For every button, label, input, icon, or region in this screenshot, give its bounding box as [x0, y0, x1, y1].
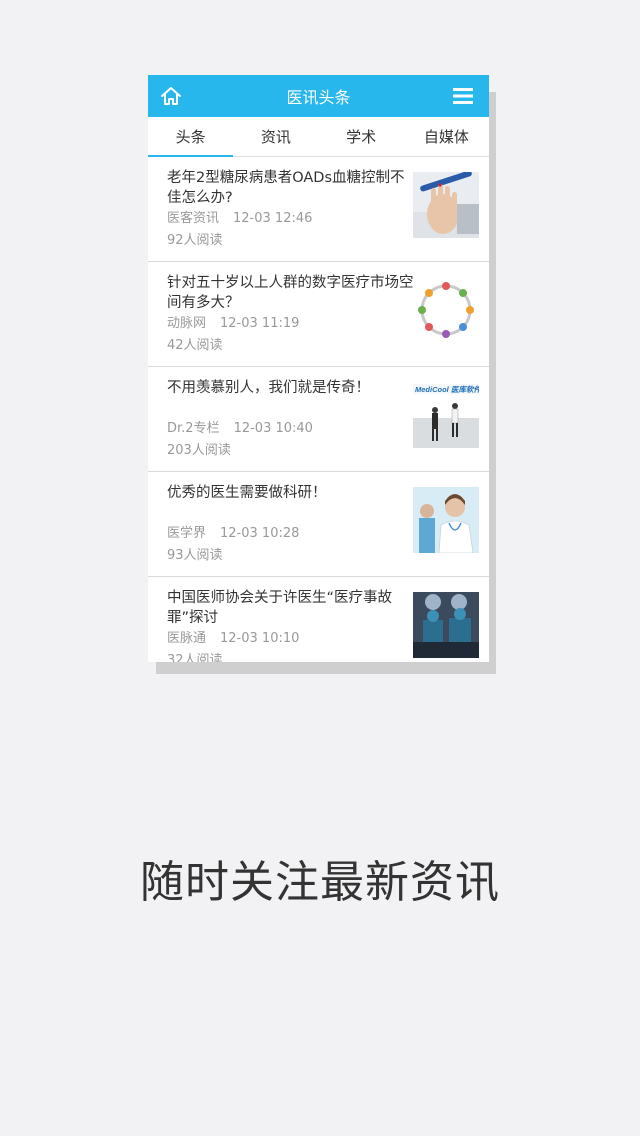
news-thumbnail-doctor: [413, 487, 479, 553]
news-time: 12-03 10:28: [220, 526, 300, 541]
news-meta: 医客资讯 12-03 12:46: [167, 207, 312, 226]
news-title: 优秀的医生需要做科研！: [167, 485, 327, 501]
news-source: Dr.2专栏: [167, 421, 220, 436]
phone-screen: 医讯头条 头条 资讯 学术 自媒体 老年2型糖尿病患者OADs血糖控制不佳怎么办…: [148, 75, 489, 662]
news-time: 12-03 11:19: [220, 316, 300, 331]
thumbnail-brand-text: MediCool 医库软件: [415, 385, 479, 394]
news-source: 医学界: [167, 526, 207, 541]
news-thumbnail-circle-diagram: [413, 277, 479, 343]
news-meta: 动脉网 12-03 11:19: [167, 312, 299, 331]
news-thumbnail-medicool: MediCool 医库软件: [413, 382, 479, 448]
promo-caption: 随时关注最新资讯: [140, 857, 500, 908]
tab-headlines[interactable]: 头条: [148, 117, 234, 157]
news-item-diabetes[interactable]: 老年2型糖尿病患者OADs血糖控制不佳怎么办? 医客资讯 12-03 12:46 …: [148, 157, 489, 262]
tab-academic[interactable]: 学术: [319, 117, 404, 156]
news-source: 动脉网: [167, 316, 207, 331]
news-read-count: 32人阅读: [167, 653, 223, 662]
news-meta: Dr.2专栏 12-03 10:40: [167, 417, 313, 436]
news-read-count: 92人阅读: [167, 233, 223, 248]
news-item-digital-health[interactable]: 针对五十岁以上人群的数字医疗市场空间有多大？ 动脉网 12-03 11:19 42…: [148, 262, 489, 367]
news-read-count: 93人阅读: [167, 548, 223, 563]
news-source: 医客资讯: [167, 211, 220, 226]
news-list: 老年2型糖尿病患者OADs血糖控制不佳怎么办? 医客资讯 12-03 12:46 …: [148, 157, 489, 662]
menu-icon[interactable]: [453, 87, 473, 105]
news-thumbnail-surgery: [413, 592, 479, 658]
news-item-legend[interactable]: 不用羡慕别人，我们就是传奇！ Dr.2专栏 12-03 10:40 203人阅读 …: [148, 367, 489, 472]
news-thumbnail-glucose-test: [413, 172, 479, 238]
tab-bar: 头条 资讯 学术 自媒体: [148, 117, 489, 157]
news-title: 老年2型糖尿病患者OADs血糖控制不佳怎么办?: [167, 170, 405, 206]
news-item-research[interactable]: 优秀的医生需要做科研！ 医学界 12-03 10:28 93人阅读: [148, 472, 489, 577]
news-time: 12-03 10:40: [233, 421, 313, 436]
tab-news[interactable]: 资讯: [233, 117, 318, 156]
news-time: 12-03 10:10: [220, 631, 300, 646]
app-title: 医讯头条: [286, 88, 351, 107]
news-title: 不用羡慕别人，我们就是传奇！: [167, 380, 370, 396]
app-header: 医讯头条: [148, 75, 489, 117]
news-read-count: 203人阅读: [167, 443, 231, 458]
news-meta: 医学界 12-03 10:28: [167, 522, 299, 541]
news-title: 中国医师协会关于许医生“医疗事故罪”探讨: [167, 590, 393, 626]
tab-self-media[interactable]: 自媒体: [404, 117, 489, 156]
home-icon[interactable]: [160, 85, 182, 107]
news-read-count: 42人阅读: [167, 338, 223, 353]
news-title: 针对五十岁以上人群的数字医疗市场空间有多大？: [167, 275, 414, 311]
news-time: 12-03 12:46: [233, 211, 313, 226]
news-source: 医脉通: [167, 631, 207, 646]
news-item-medical-malpractice[interactable]: 中国医师协会关于许医生“医疗事故罪”探讨 医脉通 12-03 10:10 32人阅…: [148, 577, 489, 662]
news-meta: 医脉通 12-03 10:10: [167, 627, 299, 646]
